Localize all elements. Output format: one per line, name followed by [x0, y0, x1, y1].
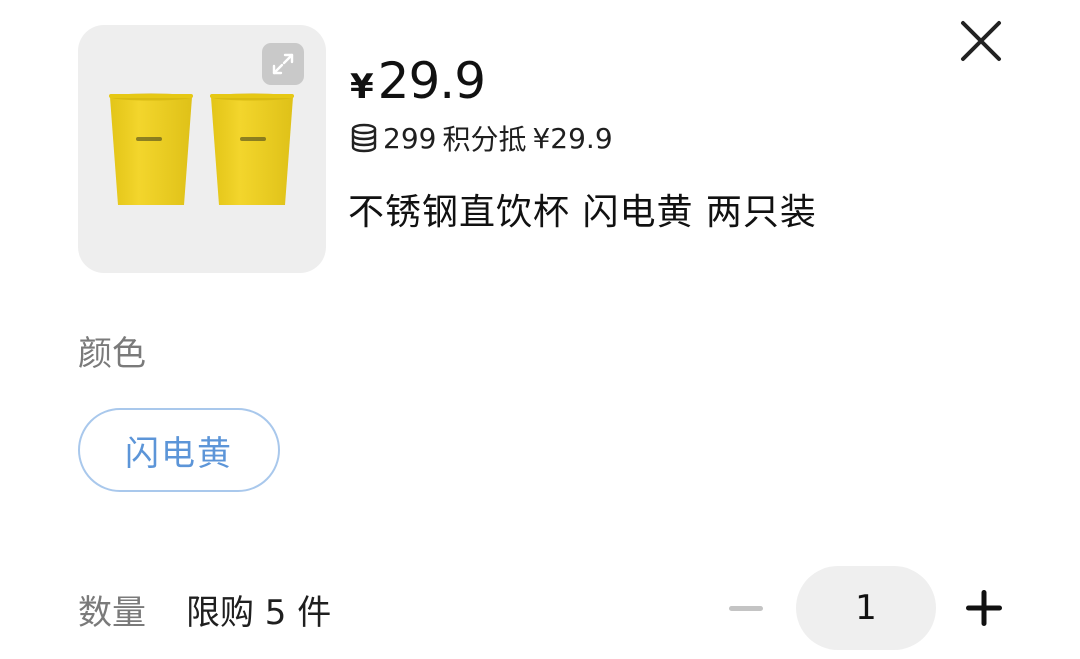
quantity-decrement-button[interactable]: [722, 586, 770, 632]
quantity-section-label: 数量: [78, 593, 146, 633]
minus-icon: [729, 606, 763, 611]
currency-symbol: ¥: [350, 67, 374, 107]
color-option-selected[interactable]: 闪电黄: [78, 408, 280, 492]
purchase-limit-text: 限购 5 件: [186, 593, 332, 633]
quantity-increment-button[interactable]: [960, 584, 1008, 632]
expand-icon[interactable]: [262, 43, 304, 85]
quantity-value[interactable]: 1: [796, 566, 936, 650]
plus-icon: [966, 590, 1002, 626]
points-deduct-amount: ¥29.9: [532, 121, 613, 155]
points-deduction: 299 积分抵 ¥29.9: [350, 118, 613, 158]
close-icon: [961, 21, 1001, 61]
points-value: 299: [383, 121, 437, 155]
price-amount: 29.9: [377, 52, 486, 110]
close-button[interactable]: [955, 15, 1007, 67]
points-text: 积分抵: [442, 123, 527, 156]
product-title: 不锈钢直饮杯 闪电黄 两只装: [348, 192, 817, 233]
product-thumbnail[interactable]: [78, 25, 326, 273]
price: ¥ 29.9: [350, 52, 486, 110]
coin-stack-icon: [350, 123, 378, 153]
sku-selector-sheet: ¥ 29.9 299 积分抵 ¥29.9 不锈钢直饮杯 闪电黄 两只装 颜色 闪…: [0, 0, 1080, 659]
color-section-label: 颜色: [78, 334, 146, 374]
